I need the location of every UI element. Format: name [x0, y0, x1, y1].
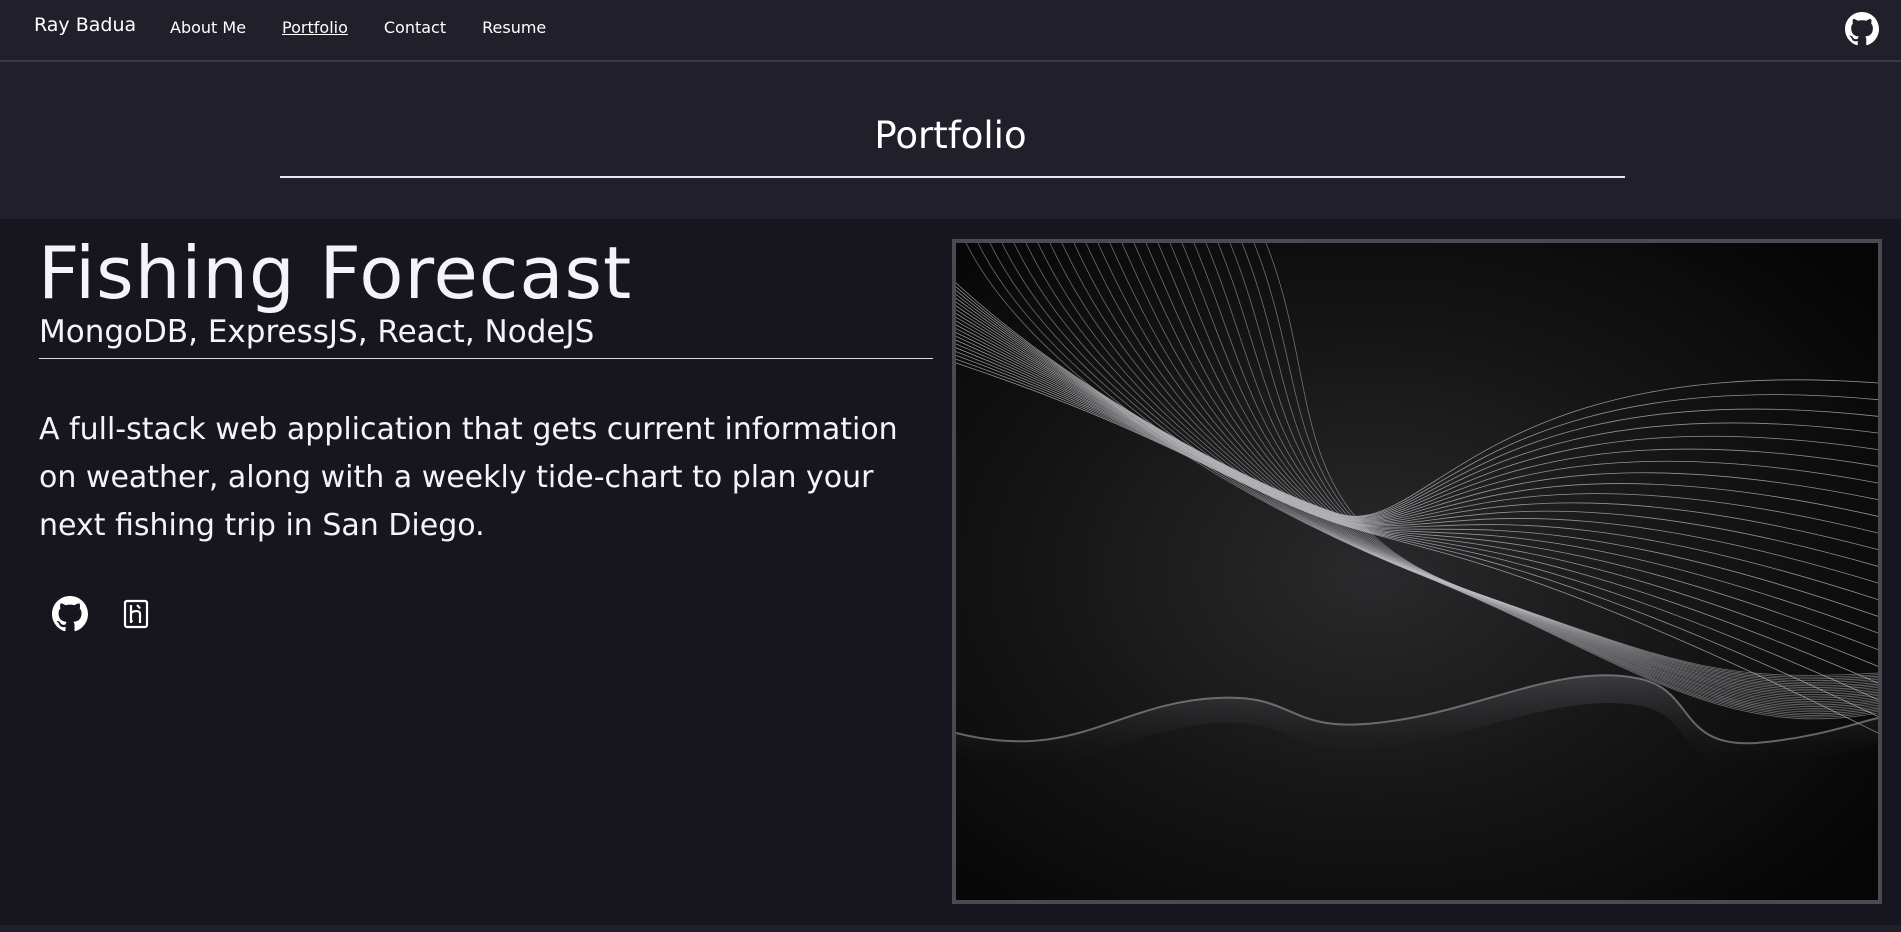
- nav-link-portfolio[interactable]: Portfolio: [282, 18, 348, 37]
- project-title: Fishing Forecast: [38, 231, 633, 315]
- nav-link-contact[interactable]: Contact: [384, 18, 446, 37]
- project-description: A full-stack web application that gets c…: [39, 412, 898, 543]
- project-screenshot-image: [952, 239, 1882, 904]
- footer-strip: [0, 925, 1901, 932]
- nav-link-about-me[interactable]: About Me: [170, 18, 246, 37]
- github-icon[interactable]: [1845, 12, 1879, 46]
- nav-links: About Me Portfolio Contact Resume: [170, 18, 582, 37]
- brand-link[interactable]: Ray Badua: [34, 14, 136, 36]
- navbar: Ray Badua About Me Portfolio Contact Res…: [0, 0, 1901, 62]
- project-card: Fishing Forecast MongoDB, ExpressJS, Rea…: [0, 219, 1901, 925]
- nav-link-resume[interactable]: Resume: [482, 18, 546, 37]
- page-header: Portfolio: [0, 62, 1901, 219]
- project-links: [52, 596, 154, 632]
- page-title-divider: [280, 176, 1625, 178]
- project-tech-stack: MongoDB, ExpressJS, React, NodeJS: [39, 314, 595, 350]
- heroku-icon[interactable]: [118, 596, 154, 632]
- project-divider: [39, 358, 933, 359]
- page-title: Portfolio: [874, 114, 1027, 157]
- github-icon[interactable]: [52, 596, 88, 632]
